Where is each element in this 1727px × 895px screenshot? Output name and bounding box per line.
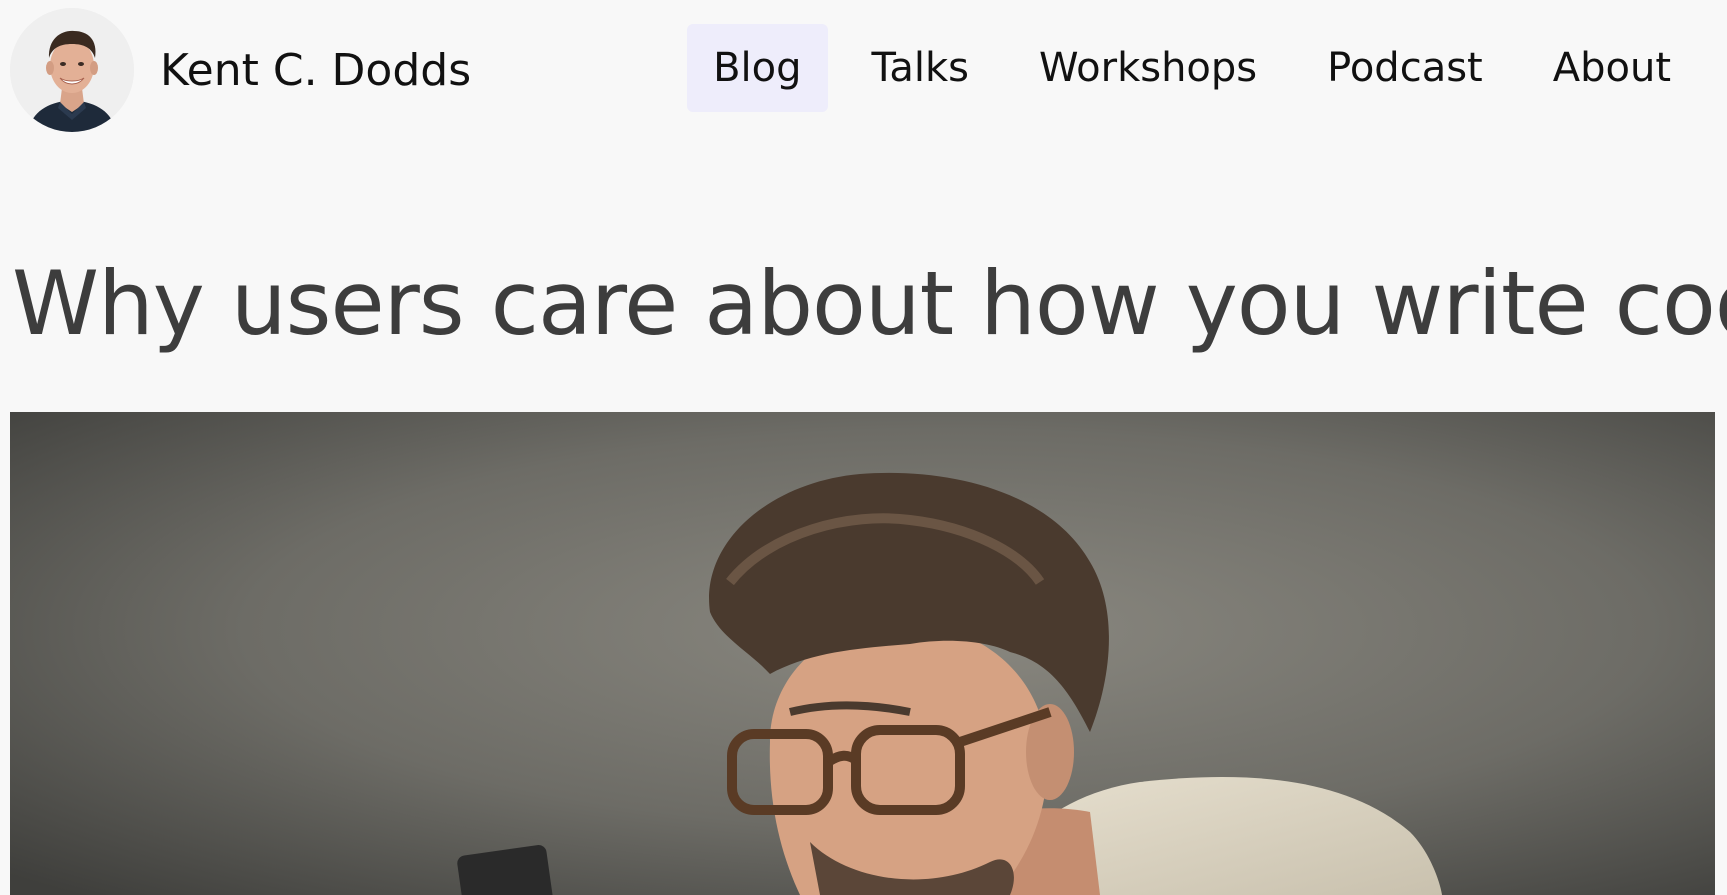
nav-item-workshops[interactable]: Workshops [1013, 24, 1283, 112]
home-link[interactable]: Kent C. Dodds [10, 8, 471, 132]
avatar-photo [10, 8, 134, 132]
hero-image [10, 412, 1715, 895]
nav-item-about[interactable]: About [1527, 24, 1697, 112]
avatar [10, 8, 134, 132]
nav-item-podcast[interactable]: Podcast [1301, 24, 1509, 112]
nav-item-blog[interactable]: Blog [687, 24, 828, 112]
site-header: Kent C. Dodds Blog Talks Workshops Podca… [0, 0, 1727, 140]
article-title: Why users care about how you write code [12, 252, 1727, 355]
main-nav: Blog Talks Workshops Podcast About [687, 24, 1697, 112]
page: Kent C. Dodds Blog Talks Workshops Podca… [0, 0, 1727, 895]
hero-illustration [10, 412, 1715, 895]
site-name: Kent C. Dodds [160, 44, 472, 96]
nav-item-talks[interactable]: Talks [846, 24, 995, 112]
